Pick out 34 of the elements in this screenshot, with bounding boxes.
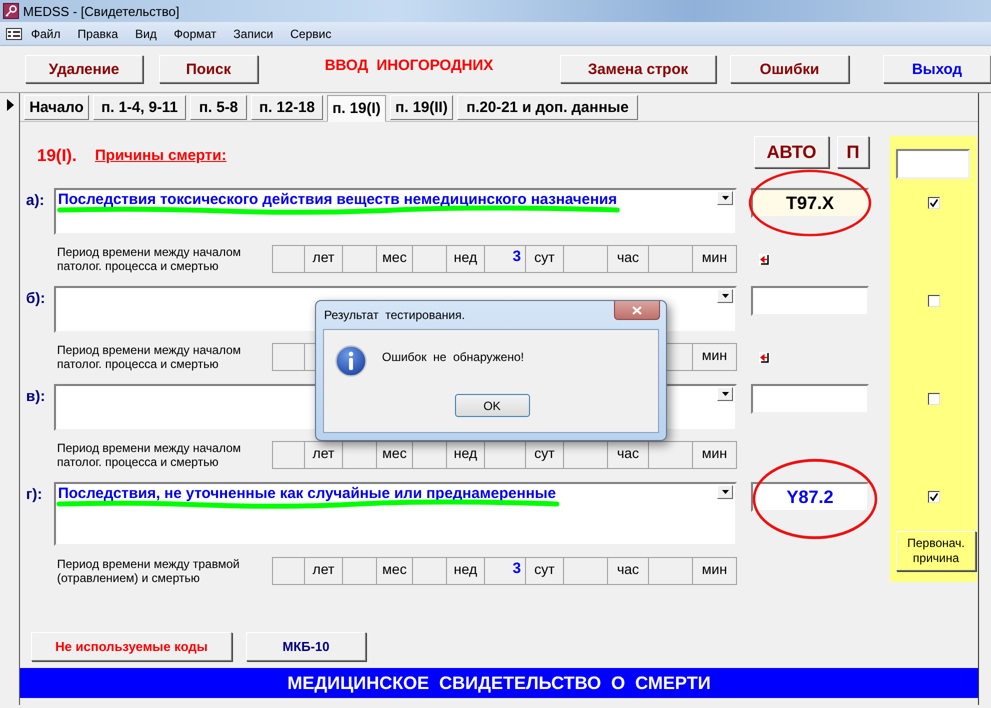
unit-label: нед <box>447 442 485 469</box>
unit-label: сут <box>526 246 564 273</box>
dialog-message: Ошибок не обнаружено! <box>382 350 524 364</box>
row-letter: г): <box>25 486 44 503</box>
unit-label: мес <box>377 246 413 273</box>
form-title: ВВОД ИНОГОРОДНИХ <box>324 57 494 74</box>
row-letter: в): <box>25 388 46 405</box>
period-label: Период времени между началом патолог. процесса и смертью <box>56 343 242 371</box>
unit-label: час <box>608 442 649 469</box>
footer-banner: МЕДИЦИНСКОЕ СВИДЕТЕЛЬСТВО О СМЕРТИ <box>20 668 978 698</box>
period-label: Период времени между травмой (отравлением) и смертью <box>56 557 241 585</box>
period-label: Период времени между началом патолог. процесса и смертью <box>56 245 242 273</box>
unit-label: мин <box>693 246 737 273</box>
dialog-title: Результат тестирования. <box>324 308 465 322</box>
unit-label: час <box>608 558 649 585</box>
unit-label: сут <box>526 558 564 585</box>
window-title: MEDSS - [Свидетельство] <box>23 4 180 18</box>
period-label: Период времени между началом патолог. процесса и смертью <box>56 441 242 469</box>
unit-label: мес <box>377 442 413 469</box>
unit-label: лет <box>305 246 343 273</box>
unit-label: мин <box>693 344 737 371</box>
unit-label: нед <box>447 558 485 585</box>
unit-label: нед <box>447 246 485 273</box>
unit-label: мин <box>693 558 737 585</box>
section-number: 19(I). <box>37 146 78 166</box>
section-title: Причины смерти: <box>95 146 226 164</box>
unit-label: мин <box>693 442 737 469</box>
unit-label: сут <box>526 442 564 469</box>
unit-label: лет <box>305 558 343 585</box>
row-letter: а): <box>25 192 46 209</box>
row-letter: б): <box>25 290 46 307</box>
unit-label: лет <box>305 442 343 469</box>
unit-label: час <box>608 246 649 273</box>
unit-label: мес <box>377 558 413 585</box>
